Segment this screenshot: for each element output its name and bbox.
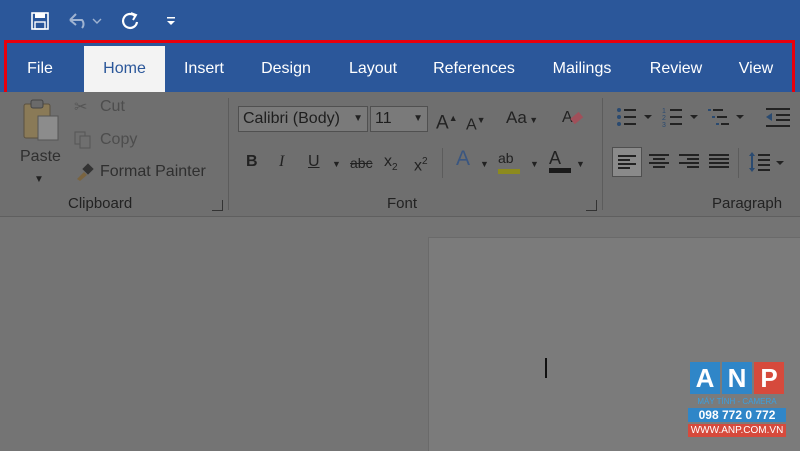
ribbon-home: Paste ▼ ✂ Cut Copy Format Painter Clipbo… xyxy=(0,92,800,217)
decrease-indent-icon[interactable] xyxy=(766,106,796,134)
chevron-down-icon[interactable]: ▼ xyxy=(480,154,489,174)
font-name-combo[interactable]: Calibri (Body) ▼ xyxy=(238,106,368,132)
font-size-value: 11 xyxy=(375,110,392,127)
subscript-button[interactable]: x2 xyxy=(384,152,398,178)
svg-text:A: A xyxy=(562,109,573,126)
logo-letter-a: A xyxy=(690,362,720,394)
tab-layout[interactable]: Layout xyxy=(336,42,410,92)
superscript-button[interactable]: x2 xyxy=(414,152,428,176)
text-effects-icon[interactable]: A xyxy=(456,148,470,169)
paste-button[interactable]: Paste xyxy=(20,148,61,166)
strikethrough-button[interactable]: abc xyxy=(350,153,373,173)
customize-qat-icon[interactable] xyxy=(162,8,180,34)
save-icon[interactable] xyxy=(26,8,54,34)
line-spacing-icon[interactable] xyxy=(748,148,788,182)
copy-button[interactable]: Copy xyxy=(100,131,137,149)
paste-dropdown-icon[interactable]: ▼ xyxy=(34,170,44,190)
logo-phone: 098 772 0 772 xyxy=(688,408,786,422)
group-separator xyxy=(228,98,229,210)
copy-icon[interactable] xyxy=(74,131,92,155)
bullets-icon[interactable] xyxy=(616,106,656,134)
tab-design[interactable]: Design xyxy=(250,42,322,92)
tab-mailings[interactable]: Mailings xyxy=(540,42,624,92)
title-bar xyxy=(0,0,800,42)
highlight-color-icon[interactable]: ab xyxy=(498,148,520,174)
logo-subtitle: MÁY TÍNH - CAMERA xyxy=(697,397,777,406)
text-cursor xyxy=(545,358,547,378)
paragraph-group-label: Paragraph xyxy=(712,195,783,212)
anp-watermark-logo: A N P MÁY TÍNH - CAMERA 098 772 0 772 WW… xyxy=(688,362,786,440)
logo-letter-p: P xyxy=(754,362,784,394)
clipboard-group-label: Clipboard xyxy=(68,195,133,212)
chevron-down-icon[interactable]: ▼ xyxy=(576,154,585,174)
tab-file[interactable]: File xyxy=(14,42,66,92)
tab-references[interactable]: References xyxy=(424,42,524,92)
chevron-down-icon[interactable]: ▼ xyxy=(332,154,341,174)
change-case-icon[interactable]: Aa ▼ xyxy=(506,108,538,130)
redo-icon[interactable] xyxy=(116,8,144,34)
font-color-icon[interactable]: A xyxy=(549,148,571,173)
tab-review[interactable]: Review xyxy=(640,42,712,92)
svg-text:3: 3 xyxy=(662,122,666,128)
justify-button[interactable] xyxy=(706,148,732,182)
bold-button[interactable]: B xyxy=(246,152,258,172)
paste-icon[interactable] xyxy=(22,98,62,148)
clipboard-dialog-launcher-icon[interactable] xyxy=(212,200,223,211)
tab-home[interactable]: Home xyxy=(84,46,165,92)
undo-icon[interactable] xyxy=(64,8,104,34)
numbering-icon[interactable]: 123 xyxy=(662,106,702,134)
font-group-label: Font xyxy=(387,195,418,212)
format-painter-icon[interactable] xyxy=(74,162,94,188)
font-size-combo[interactable]: 11 ▼ xyxy=(370,106,428,132)
tab-insert[interactable]: Insert xyxy=(172,42,236,92)
align-left-button[interactable] xyxy=(612,147,642,177)
underline-button[interactable]: U xyxy=(308,152,320,172)
italic-button[interactable]: I xyxy=(279,152,284,172)
svg-text:1: 1 xyxy=(662,108,666,115)
ribbon-tab-bar: File Home Insert Design Layout Reference… xyxy=(0,42,800,92)
font-dialog-launcher-icon[interactable] xyxy=(586,200,597,211)
multilevel-list-icon[interactable] xyxy=(708,106,748,134)
tab-view[interactable]: View xyxy=(728,42,784,92)
chevron-down-icon: ▼ xyxy=(413,113,423,124)
format-painter-button[interactable]: Format Painter xyxy=(100,163,206,181)
align-center-button[interactable] xyxy=(646,148,672,182)
logo-website: WWW.ANP.COM.VN xyxy=(688,424,786,437)
clear-formatting-icon[interactable]: A xyxy=(562,106,584,134)
cut-icon[interactable]: ✂ xyxy=(74,98,87,118)
group-separator xyxy=(602,98,603,210)
chevron-down-icon: ▼ xyxy=(353,113,363,124)
font-name-value: Calibri (Body) xyxy=(243,110,340,127)
group-separator xyxy=(738,148,739,178)
align-right-button[interactable] xyxy=(676,148,702,182)
svg-text:2: 2 xyxy=(662,115,666,122)
grow-font-icon[interactable]: A▲ xyxy=(436,108,458,133)
logo-letter-n: N xyxy=(722,362,752,394)
shrink-font-icon[interactable]: A▼ xyxy=(466,110,486,135)
cut-button[interactable]: Cut xyxy=(100,98,125,116)
group-separator xyxy=(442,148,443,178)
chevron-down-icon[interactable]: ▼ xyxy=(530,154,539,174)
